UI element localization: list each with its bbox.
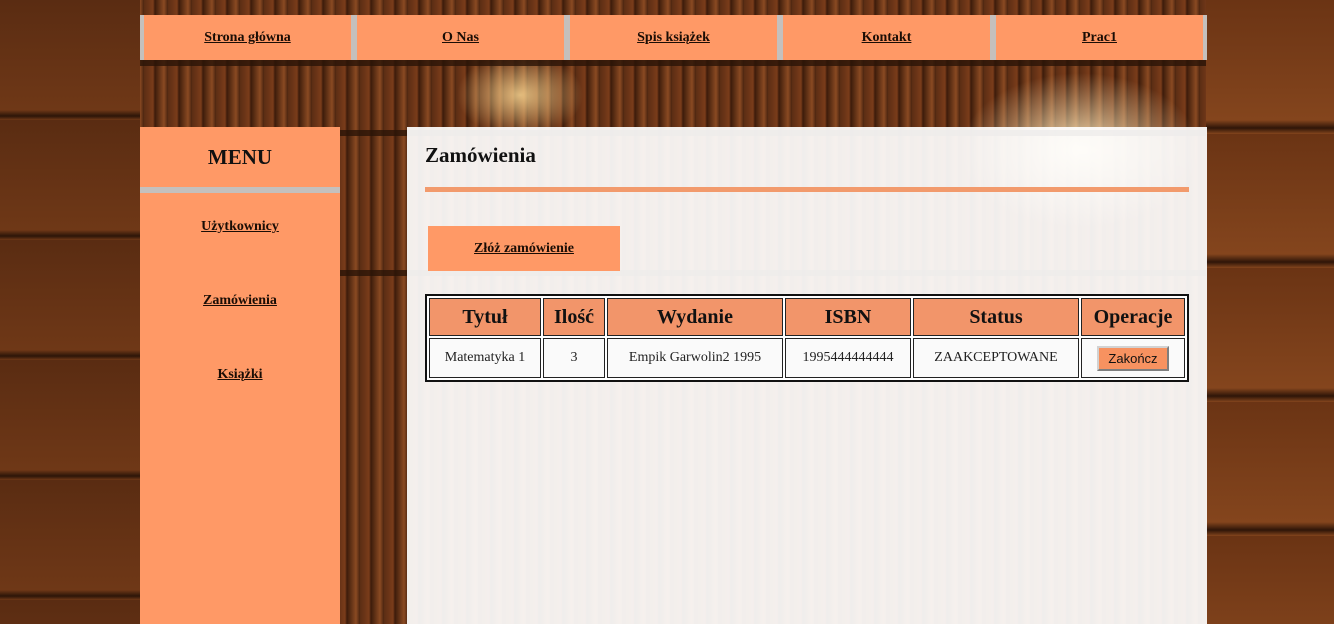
background-bookcase-left xyxy=(0,0,140,624)
column-header-edition: Wydanie xyxy=(607,298,783,336)
title-divider xyxy=(425,187,1189,192)
nav-item-books-list[interactable]: Spis książek xyxy=(570,15,777,60)
nav-item-home[interactable]: Strona główna xyxy=(144,15,351,60)
sidebar-item-books[interactable]: Książki xyxy=(140,365,340,415)
column-header-operations: Operacje xyxy=(1081,298,1185,336)
nav-link-user[interactable]: Prac1 xyxy=(1082,30,1117,46)
column-header-quantity: Ilość xyxy=(543,298,605,336)
column-header-status: Status xyxy=(913,298,1079,336)
main-panel: Zamówienia Złóż zamówienie Tytuł Ilość W… xyxy=(407,127,1207,624)
top-navigation: Strona główna O Nas Spis książek Kontakt… xyxy=(140,15,1207,60)
cell-operations: Zakończ xyxy=(1081,338,1185,378)
sidebar-title: MENU xyxy=(140,127,340,193)
sidebar-item-orders[interactable]: Zamówienia xyxy=(140,291,340,341)
background-bookcase-right xyxy=(1206,0,1334,624)
sidebar-item-users[interactable]: Użytkownicy xyxy=(140,217,340,267)
cell-isbn: 1995444444444 xyxy=(785,338,911,378)
column-header-title: Tytuł xyxy=(429,298,541,336)
cell-title: Matematyka 1 xyxy=(429,338,541,378)
cell-status: ZAAKCEPTOWANE xyxy=(913,338,1079,378)
table-row: Matematyka 1 3 Empik Garwolin2 1995 1995… xyxy=(429,338,1185,378)
nav-link-contact[interactable]: Kontakt xyxy=(862,30,912,46)
table-header-row: Tytuł Ilość Wydanie ISBN Status Operacje xyxy=(429,298,1185,336)
nav-link-home[interactable]: Strona główna xyxy=(204,30,290,46)
place-order-button[interactable]: Złóż zamówienie xyxy=(428,226,620,271)
sidebar: MENU Użytkownicy Zamówienia Książki xyxy=(140,127,340,624)
column-header-isbn: ISBN xyxy=(785,298,911,336)
nav-link-books-list[interactable]: Spis książek xyxy=(637,30,710,46)
place-order-label: Złóż zamówienie xyxy=(474,240,574,256)
nav-item-contact[interactable]: Kontakt xyxy=(783,15,990,60)
finish-order-button[interactable]: Zakończ xyxy=(1097,345,1169,371)
nav-item-user[interactable]: Prac1 xyxy=(996,15,1203,60)
nav-link-about[interactable]: O Nas xyxy=(442,30,479,46)
nav-item-about[interactable]: O Nas xyxy=(357,15,564,60)
cell-edition: Empik Garwolin2 1995 xyxy=(607,338,783,378)
background-shelf xyxy=(0,60,1334,66)
cell-quantity: 3 xyxy=(543,338,605,378)
page-title: Zamówienia xyxy=(425,143,536,167)
orders-table: Tytuł Ilość Wydanie ISBN Status Operacje… xyxy=(425,294,1189,382)
